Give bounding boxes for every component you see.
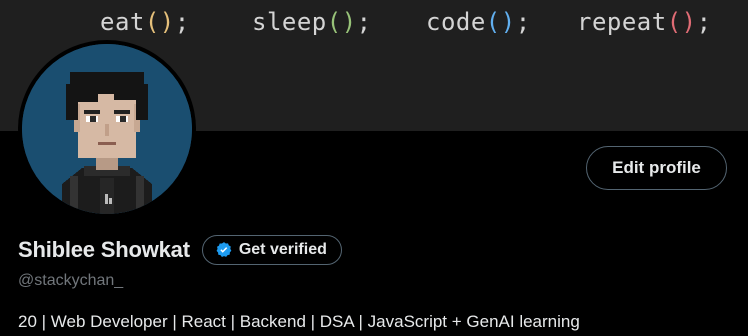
edit-profile-button[interactable]: Edit profile <box>586 146 727 190</box>
banner-code-code: code(); <box>426 8 531 36</box>
pixel-art-avatar-icon <box>22 44 192 214</box>
avatar[interactable] <box>18 40 196 218</box>
verified-badge-icon <box>216 242 232 257</box>
get-verified-label: Get verified <box>238 241 327 258</box>
profile-bio: 20 | Web Developer | React | Backend | D… <box>18 312 580 331</box>
name-row: Shiblee Showkat Get verified <box>18 235 342 265</box>
display-name: Shiblee Showkat <box>18 237 190 262</box>
banner-code-repeat: repeat(); <box>577 8 712 36</box>
get-verified-button[interactable]: Get verified <box>201 235 342 265</box>
banner-code-sleep: sleep(); <box>252 8 372 36</box>
banner-code-eat: eat(); <box>100 8 190 36</box>
user-handle: @stackychan_ <box>18 272 124 289</box>
